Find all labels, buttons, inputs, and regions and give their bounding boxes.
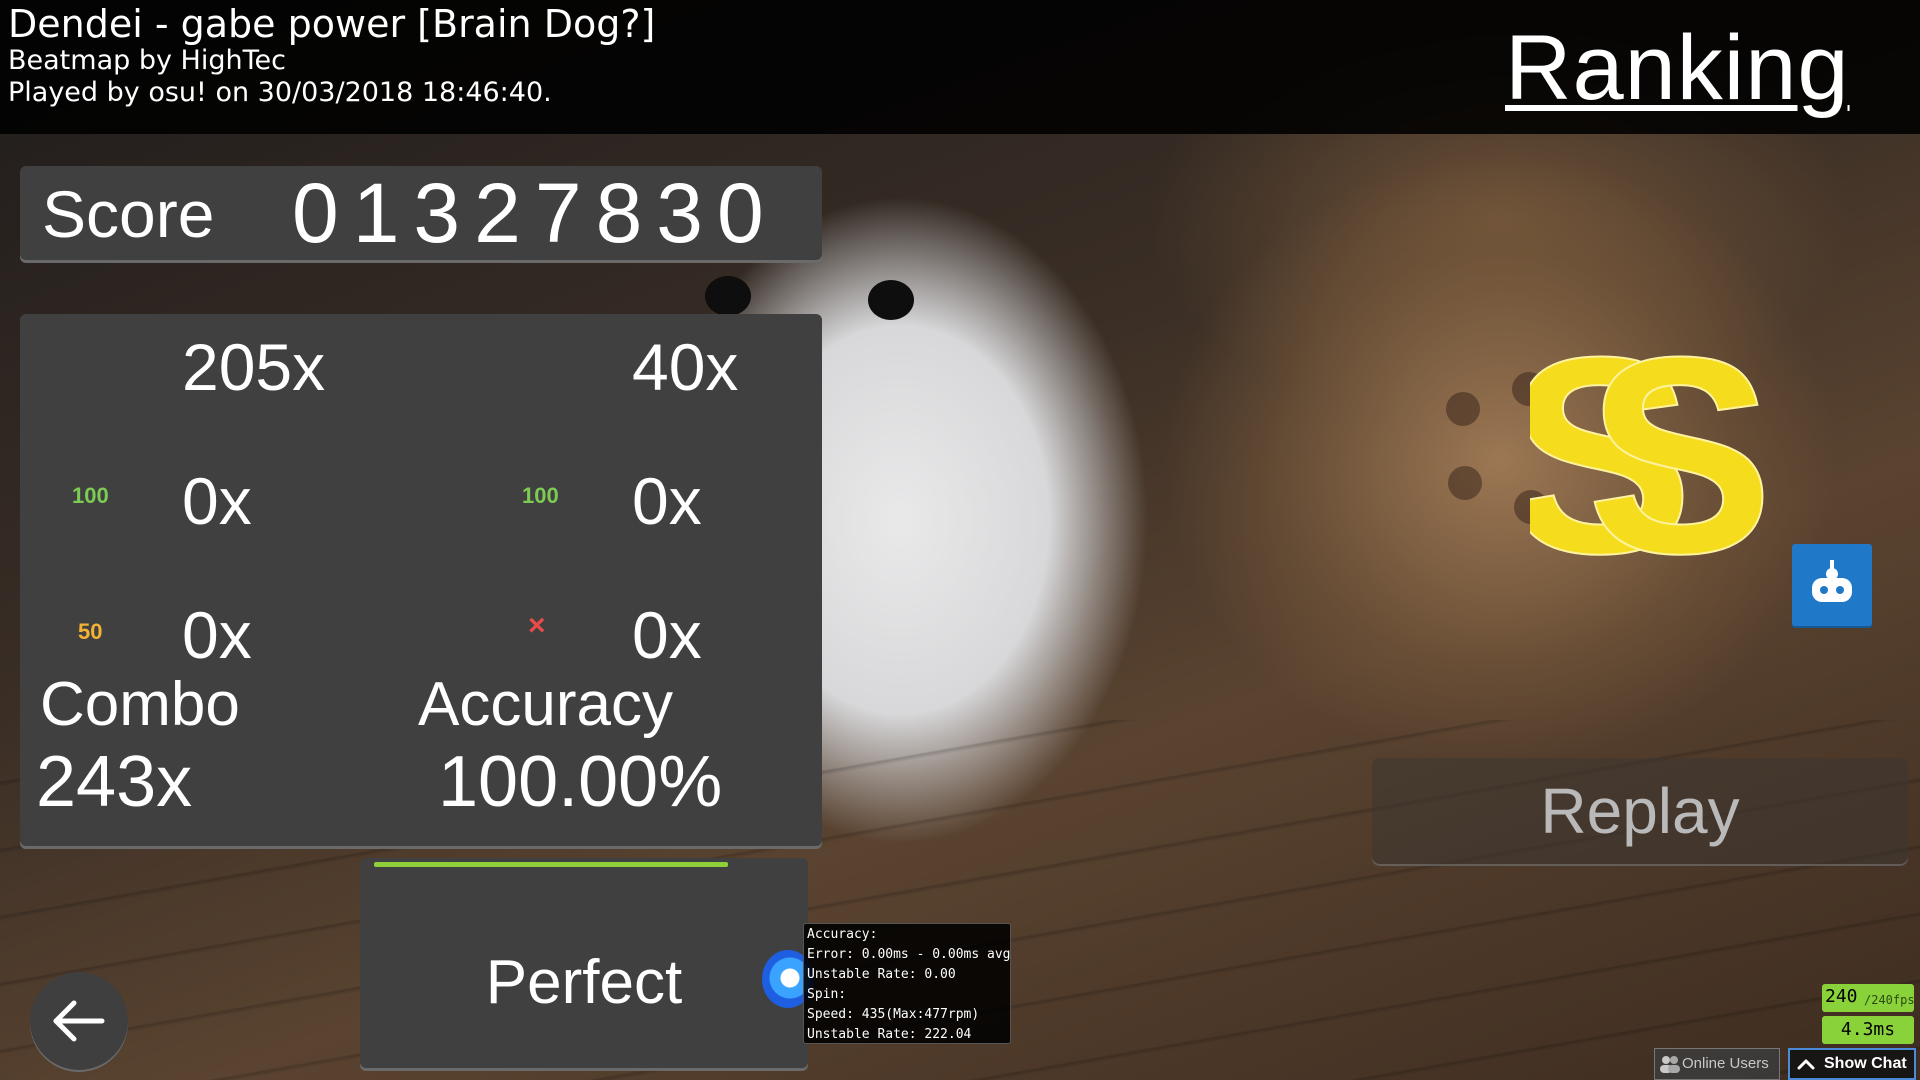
score-label: Score	[42, 177, 215, 251]
tooltip-line: Error: 0.00ms - 0.00ms avg	[807, 947, 1011, 962]
replay-button[interactable]: Replay	[1372, 758, 1908, 864]
accuracy-label: Accuracy	[418, 670, 673, 739]
fps-target: /240fps	[1864, 993, 1915, 1007]
hit-miss-count: 0x	[632, 598, 702, 672]
hit-100-count: 0x	[182, 464, 252, 538]
combo-label: Combo	[40, 670, 240, 739]
users-icon	[1660, 1056, 1680, 1073]
perfect-bar	[374, 862, 728, 867]
hit-katu-count: 0x	[632, 464, 702, 538]
hit-error-tooltip: Accuracy: Error: 0.00ms - 0.00ms avg Uns…	[803, 923, 1011, 1044]
grade-ss-icon: S S	[1530, 320, 1770, 580]
hit-geki-count: 40x	[632, 330, 739, 404]
score-panel: Score 01327830	[20, 166, 822, 260]
played-by: Played by osu! on 30/03/2018 18:46:40.	[8, 77, 552, 108]
arrow-left-icon	[53, 1000, 105, 1042]
combo-value: 243x	[36, 742, 193, 822]
stats-panel: 205x 40x 100 0x 100 0x 50 0x × 0x Combo …	[20, 314, 822, 846]
fps-value: 240	[1825, 986, 1858, 1007]
online-users-label: Online Users	[1682, 1055, 1769, 1072]
show-chat-button[interactable]: Show Chat	[1788, 1048, 1916, 1080]
tooltip-line: Unstable Rate: 0.00	[807, 967, 956, 982]
hit-100-icon: 100	[72, 483, 109, 508]
tooltip-line: Unstable Rate: 222.04	[807, 1027, 972, 1042]
beatmap-creator: Beatmap by HighTec	[8, 45, 286, 76]
hit-50-count: 0x	[182, 598, 252, 672]
perfect-panel: Perfect	[360, 858, 808, 1068]
online-users-button[interactable]: Online Users	[1654, 1048, 1780, 1080]
frametime-counter: 4.3ms	[1822, 1016, 1914, 1044]
hit-300-count: 205x	[182, 330, 326, 404]
tooltip-line: Spin:	[807, 987, 847, 1002]
show-chat-label: Show Chat	[1824, 1055, 1907, 1072]
header-bar: Dendei - gabe power [Brain Dog?] Beatmap…	[0, 0, 1920, 134]
fps-counter: 240 /240fps	[1822, 984, 1915, 1012]
back-button[interactable]	[30, 972, 128, 1070]
autoplay-mod-button[interactable]	[1792, 544, 1872, 626]
background-dog-eye-right	[868, 280, 914, 320]
svg-text:S: S	[1587, 320, 1770, 580]
song-title: Dendei - gabe power [Brain Dog?]	[8, 2, 656, 46]
hit-miss-icon: ×	[528, 609, 546, 642]
ranking-title: Ranking	[1505, 17, 1850, 119]
background-dog-eye-left	[705, 276, 751, 316]
tooltip-line: Speed: 435(Max:477rpm)	[807, 1007, 980, 1022]
hit-50-icon: 50	[78, 619, 103, 644]
score-value: 01327830	[292, 166, 778, 260]
robot-icon	[1812, 560, 1852, 602]
chevron-up-icon	[1797, 1059, 1815, 1070]
accuracy-value: 100.00%	[438, 742, 723, 822]
hit-katu-icon: 100	[522, 483, 559, 508]
perfect-label: Perfect	[485, 948, 683, 1017]
tooltip-line: Accuracy:	[807, 927, 878, 942]
